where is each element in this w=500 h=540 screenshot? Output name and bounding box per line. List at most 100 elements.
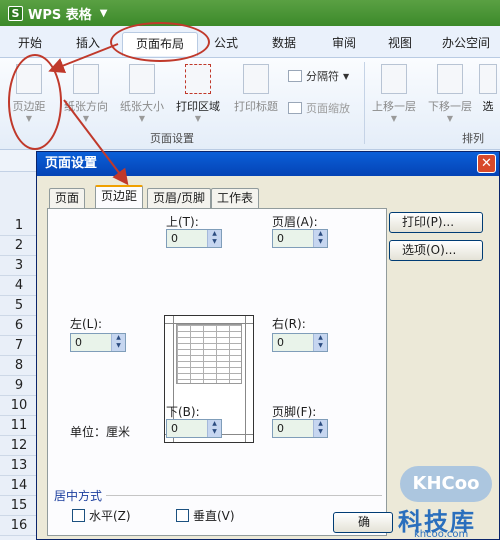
spin-arrows-icon[interactable]: ▲ ▼ <box>313 334 327 351</box>
dropdown-arrow-icon: ▼ <box>99 7 108 19</box>
orientation-button[interactable]: 纸张方向 ▼ <box>56 64 116 123</box>
row-header[interactable]: 4 <box>0 276 38 296</box>
tab-page[interactable]: 页面 <box>49 188 86 208</box>
row-header[interactable]: 9 <box>0 376 38 396</box>
row-header[interactable]: 16 <box>0 516 38 536</box>
spin-arrows-icon[interactable]: ▲ ▼ <box>313 230 327 247</box>
bottom-margin-spinner[interactable]: 0 ▲ ▼ <box>166 419 222 438</box>
row-header[interactable]: 2 <box>0 236 38 256</box>
orientation-label: 纸张方向 <box>64 100 108 113</box>
print-area-label: 打印区域 <box>176 100 220 113</box>
page-scale-label: 页面缩放 <box>306 102 350 115</box>
orientation-icon <box>73 64 99 94</box>
margins-panel: 上(T): 0 ▲ ▼ 页眉(A): 0 ▲ ▼ 左(L): 0 ▲ ▼ 右(R): … <box>47 208 387 536</box>
header-margin-value: 0 <box>277 232 284 245</box>
app-title: WPS 表格 <box>28 7 92 23</box>
watermark-url: khcoo.com <box>414 529 469 540</box>
row-header[interactable]: 7 <box>0 336 38 356</box>
spin-arrows-icon[interactable]: ▲ ▼ <box>111 334 125 351</box>
footer-margin-label: 页脚(F): <box>272 405 317 419</box>
select-button[interactable]: 选 <box>476 64 500 114</box>
tab-formulas[interactable]: 公式 <box>204 32 248 56</box>
print-area-button[interactable]: 打印区域 ▼ <box>168 64 228 123</box>
dropdown-arrow-icon: ▼ <box>390 114 398 123</box>
dropdown-arrow-icon: ▼ <box>446 114 454 123</box>
row-header[interactable]: 12 <box>0 436 38 456</box>
top-margin-spinner[interactable]: 0 ▲ ▼ <box>166 229 222 248</box>
ribbon-page-layout: 页边距 ▼ 纸张方向 ▼ 纸张大小 ▼ 打印区域 ▼ 打印标题 分隔符 ▼ 页面… <box>0 58 500 150</box>
row-headers: 1 2 3 4 5 6 7 8 9 10 11 12 13 14 15 16 <box>0 172 38 540</box>
separator-button[interactable]: 分隔符 ▼ <box>288 68 349 84</box>
paper-size-button[interactable]: 纸张大小 ▼ <box>112 64 172 123</box>
ok-button[interactable]: 确 <box>333 512 393 533</box>
center-vertical-label: 垂直(V) <box>193 509 235 523</box>
row-header[interactable]: 8 <box>0 356 38 376</box>
tab-home[interactable]: 开始 <box>8 32 52 56</box>
tab-sheet[interactable]: 工作表 <box>211 188 260 208</box>
row-header[interactable]: 3 <box>0 256 38 276</box>
tab-insert[interactable]: 插入 <box>66 32 110 56</box>
row-header[interactable]: 13 <box>0 456 38 476</box>
top-margin-value: 0 <box>171 232 178 245</box>
send-backward-label: 下移一层 <box>428 100 472 113</box>
row-header[interactable]: 11 <box>0 416 38 436</box>
header-margin-label: 页眉(A): <box>272 215 318 229</box>
tab-header-footer[interactable]: 页眉/页脚 <box>147 188 212 208</box>
tab-view[interactable]: 视图 <box>378 32 422 56</box>
title-bar: S WPS 表格 ▼ <box>0 0 500 26</box>
print-titles-button[interactable]: 打印标题 <box>226 64 286 114</box>
dropdown-arrow-icon: ▼ <box>194 114 202 123</box>
spin-arrows-icon[interactable]: ▲ ▼ <box>207 420 221 437</box>
row-header[interactable]: 1 <box>0 216 38 236</box>
highlight-page-margin-button <box>8 54 62 150</box>
unit-label: 单位：厘米 <box>70 425 131 439</box>
spin-arrows-icon[interactable]: ▲ ▼ <box>207 230 221 247</box>
tab-data[interactable]: 数据 <box>262 32 306 56</box>
select-label: 选 <box>482 100 494 113</box>
header-margin-spinner[interactable]: 0 ▲ ▼ <box>272 229 328 248</box>
group-page-setup-label: 页面设置 <box>150 132 194 145</box>
right-margin-label: 右(R): <box>272 317 306 331</box>
print-titles-icon <box>243 64 269 94</box>
footer-margin-spinner[interactable]: 0 ▲ ▼ <box>272 419 328 438</box>
select-icon <box>479 64 497 94</box>
left-margin-label: 左(L): <box>70 317 103 331</box>
row-header[interactable]: 10 <box>0 396 38 416</box>
right-margin-value: 0 <box>277 336 284 349</box>
row-header[interactable]: 14 <box>0 476 38 496</box>
dropdown-arrow-icon: ▼ <box>343 71 350 81</box>
row-header[interactable]: 5 <box>0 296 38 316</box>
tab-office-space[interactable]: 办公空间 <box>434 32 498 56</box>
send-backward-icon <box>437 64 463 94</box>
row-header[interactable]: 6 <box>0 316 38 336</box>
preview-right-line <box>245 316 246 442</box>
center-horizontal-label: 水平(Z) <box>89 509 131 523</box>
bring-forward-button[interactable]: 上移一层 ▼ <box>364 64 424 123</box>
row-header[interactable]: 15 <box>0 496 38 516</box>
top-margin-label: 上(T): <box>166 215 199 229</box>
app-menu-button[interactable]: S WPS 表格 ▼ <box>4 3 117 23</box>
print-button[interactable]: 打印(P)... <box>389 212 483 233</box>
paper-size-label: 纸张大小 <box>120 100 164 113</box>
send-backward-button[interactable]: 下移一层 ▼ <box>420 64 480 123</box>
dropdown-arrow-icon: ▼ <box>82 114 90 123</box>
left-margin-spinner[interactable]: 0 ▲ ▼ <box>70 333 126 352</box>
watermark-logo: KHCoo <box>400 466 492 502</box>
checkbox-icon[interactable] <box>72 509 85 522</box>
center-vertical-checkbox[interactable]: 垂直(V) <box>176 507 235 524</box>
spin-arrows-icon[interactable]: ▲ ▼ <box>313 420 327 437</box>
center-on-page-title: 居中方式 <box>54 489 103 503</box>
print-area-icon <box>185 64 211 94</box>
close-button[interactable]: ✕ <box>477 154 496 173</box>
checkbox-icon[interactable] <box>176 509 189 522</box>
group-arrange-label: 排列 <box>462 132 484 145</box>
tab-review[interactable]: 审阅 <box>322 32 366 56</box>
tab-margins[interactable]: 页边距 <box>95 185 144 209</box>
page-scale-button[interactable]: 页面缩放 <box>288 100 350 116</box>
right-margin-spinner[interactable]: 0 ▲ ▼ <box>272 333 328 352</box>
preview-grid <box>176 324 242 384</box>
center-horizontal-checkbox[interactable]: 水平(Z) <box>72 507 131 524</box>
section-divider <box>106 495 382 496</box>
options-button[interactable]: 选项(O)... <box>389 240 483 261</box>
bottom-margin-value: 0 <box>171 422 178 435</box>
